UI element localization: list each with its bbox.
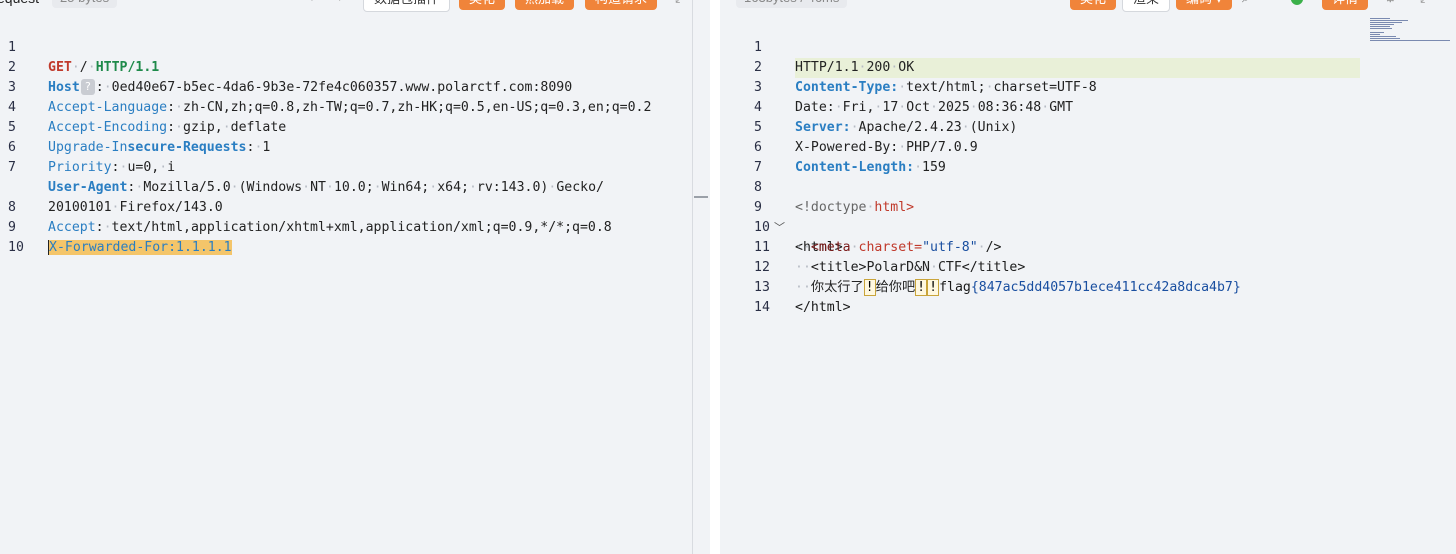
encoding-dropdown[interactable]: 编码 ▾ — [1176, 0, 1233, 10]
selected-header[interactable]: X-Forwarded-For:1.1.1.1 — [48, 240, 232, 255]
code-line-wrapped: 20100101·Firefox/143.0 — [48, 200, 223, 215]
code-line: 7 — [720, 138, 1456, 175]
request-label: equest — [0, 0, 39, 8]
expand-icon[interactable]: ⤢ — [1420, 0, 1431, 8]
code-line: 13 </html> — [720, 258, 1456, 315]
vertical-scrollbar[interactable] — [692, 0, 693, 554]
build-request-button[interactable]: 构造请求 — [585, 0, 658, 10]
code-line: 6 Content-Length:·159 — [720, 118, 1456, 175]
expand-icon[interactable]: ⤢ — [675, 0, 686, 8]
code-line: 10 — [0, 218, 710, 255]
details-button[interactable]: 详情 — [1322, 0, 1369, 10]
code-line: 2 Host?:·0ed40e67-b5ec-4da6-9b3e-72fe4c0… — [0, 38, 710, 95]
beautify-button[interactable]: 美化 — [459, 0, 506, 10]
beautify-button[interactable]: 美化 — [1070, 0, 1117, 10]
chrome-icon[interactable]: ● — [1290, 0, 1304, 8]
code-line: 8 Accept:·text/html,application/xhtml+xm… — [0, 178, 710, 235]
code-line: 9 ﹀ <html> — [720, 178, 1456, 255]
code-line: 3 Accept-Language:·zh-CN,zh;q=0.8,zh-TW;… — [0, 58, 710, 115]
code-line: 7 User-Agent:·Mozilla/5.0·(Windows·NT·10… — [0, 138, 710, 195]
code-line: 4 Server:·Apache/2.4.23·(Unix) — [720, 78, 1456, 135]
code-line: 12 ··你太行了! 给你吧!! flag{847ac5dd4057b1ece411… — [720, 238, 1456, 296]
code-line: 9 X-Forwarded-For:1.1.1.1 — [0, 198, 710, 255]
response-toolbar: 163bytes / 46ms 美化 渲染 编码 ▾ ⌕ ● 详情 ⚙ ⤢ — [720, 0, 1456, 12]
request-editor[interactable]: 1 GET·/·HTTP/1.1 2 Host?:·0ed40e67-b5ec-… — [0, 18, 710, 255]
html-tag: </html> — [795, 300, 851, 315]
response-size-badge: 163bytes / 46ms — [736, 0, 848, 8]
request-size-badge: 25 bytes — [52, 0, 118, 8]
code-line: 6 Priority:·u=0,·i — [0, 118, 710, 175]
response-editor[interactable]: 1 HTTP/1.1·200·OK 2 Content-Type:·text/h… — [720, 18, 1456, 315]
pane-divider[interactable] — [710, 0, 720, 554]
code-line: 10 ··<meta·charset="utf-8"·/> — [720, 198, 1456, 255]
code-line: 11 ··<title>PolarD&N·CTF</title> — [720, 218, 1456, 275]
code-line: 4 Accept-Encoding:·gzip,·deflate — [0, 78, 710, 135]
gear-icon[interactable]: ⚙ — [1384, 0, 1397, 8]
hot-reload-button[interactable]: 热加载 — [515, 0, 575, 10]
packet-plugin-button[interactable]: 数据包插件 — [363, 0, 451, 12]
next-arrow-icon[interactable]: › — [338, 0, 344, 8]
prev-arrow-icon[interactable]: ‹ — [308, 0, 314, 8]
code-line: 2 Content-Type:·text/html;·charset=UTF-8 — [720, 38, 1456, 95]
code-line: 8 <!doctype·html> — [720, 158, 1456, 215]
code-line: 5 Upgrade-Insecure-Requests:·1 — [0, 98, 710, 155]
code-line: 14 — [720, 278, 1456, 315]
code-line: 3 Date:·Fri,·17·Oct·2025·08:36:48·GMT — [720, 58, 1456, 115]
code-line: 5 X-Powered-By:·PHP/7.0.9 — [720, 98, 1456, 155]
request-toolbar: equest 25 bytes ‹ › 数据包插件 美化 热加载 构造请求 ⤢ — [0, 0, 710, 12]
line-number: 10 — [8, 240, 24, 255]
code-line: 1 GET·/·HTTP/1.1 — [0, 18, 710, 75]
scrollbar-thumb[interactable] — [694, 196, 708, 198]
render-button[interactable]: 渲染 — [1122, 0, 1171, 12]
request-pane: equest 25 bytes ‹ › 数据包插件 美化 热加载 构造请求 ⤢ … — [0, 0, 710, 554]
search-icon[interactable]: ⌕ — [1242, 0, 1250, 8]
code-line: 1 HTTP/1.1·200·OK — [720, 18, 1456, 78]
response-pane: 163bytes / 46ms 美化 渲染 编码 ▾ ⌕ ● 详情 ⚙ ⤢ 1 … — [720, 0, 1456, 554]
line-number: 14 — [754, 300, 770, 315]
